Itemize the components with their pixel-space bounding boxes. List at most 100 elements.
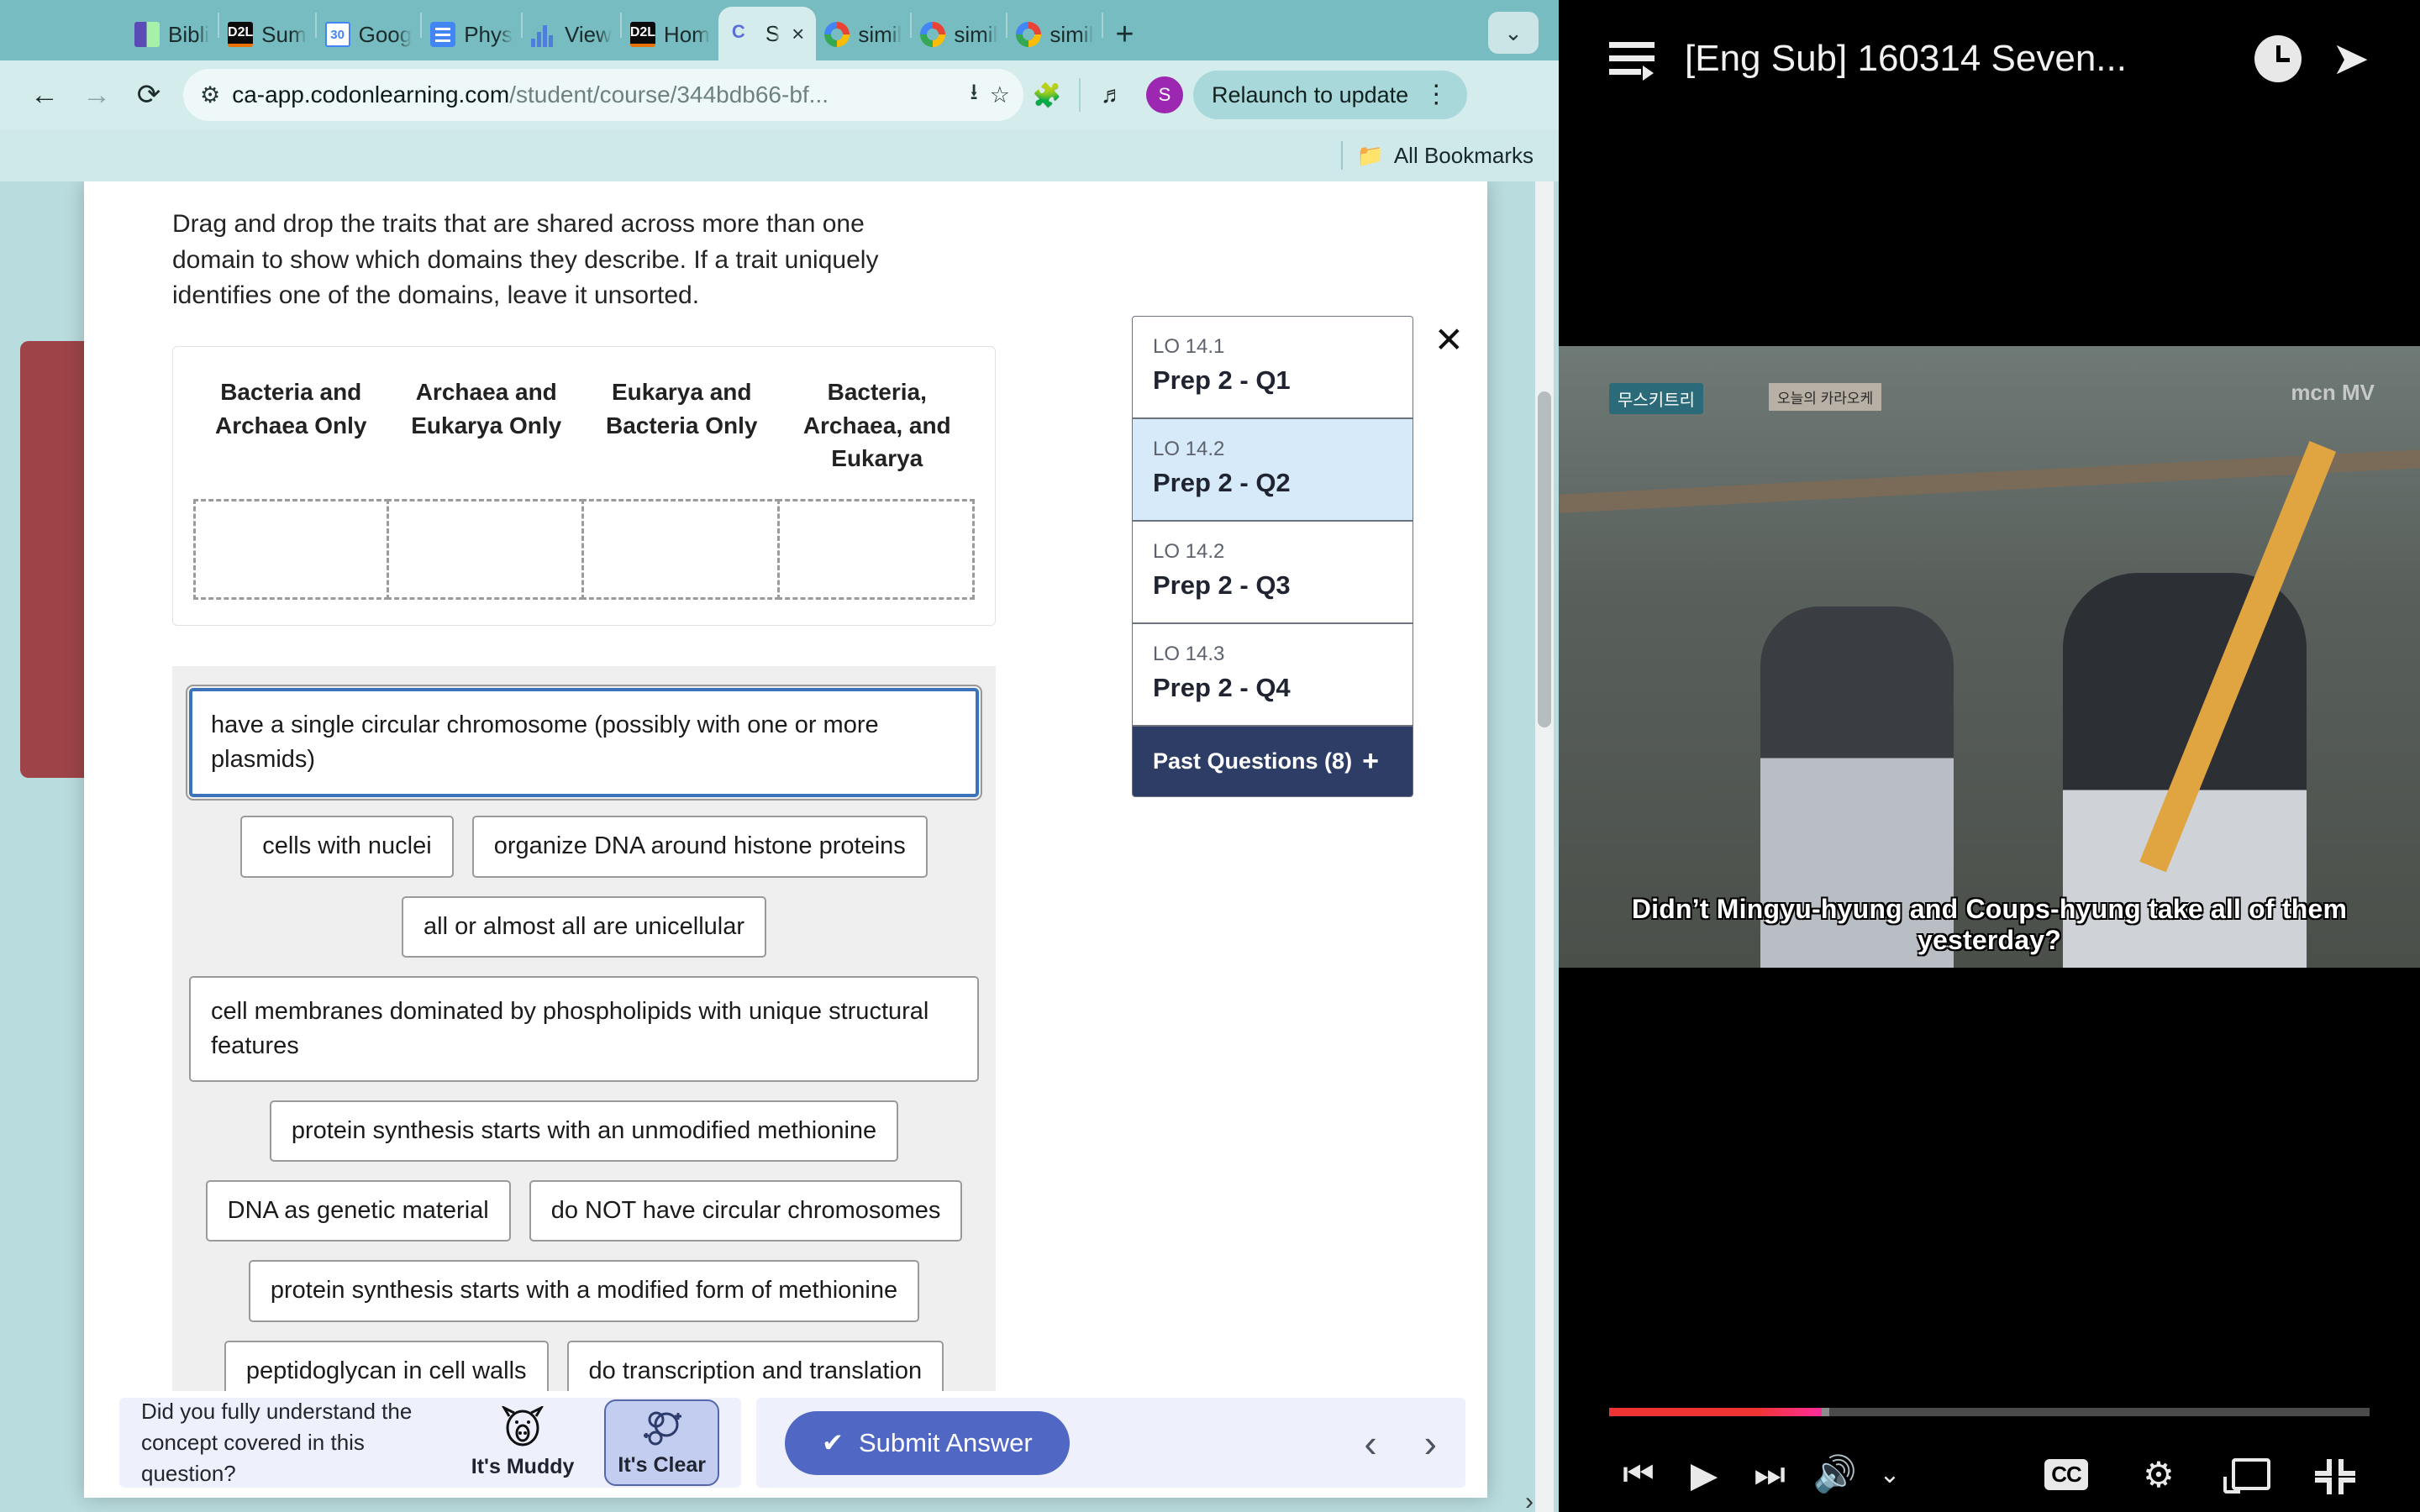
back-button[interactable]: ←: [18, 69, 71, 121]
trait-chip[interactable]: all or almost all are unicellular: [402, 895, 766, 958]
tab-label: simil: [858, 21, 902, 47]
drop-zone-3[interactable]: [776, 499, 975, 601]
drop-zone-1[interactable]: [386, 499, 584, 601]
lo-item-q3[interactable]: LO 14.2 Prep 2 - Q3: [1133, 522, 1413, 624]
chip-row: have a single circular chromosome (possi…: [186, 685, 982, 801]
tab-bibli[interactable]: Bibli: [126, 8, 218, 60]
trait-chip-selected[interactable]: have a single circular chromosome (possi…: [186, 685, 982, 801]
trait-chip[interactable]: protein synthesis starts with a modified…: [248, 1260, 920, 1322]
video-frame[interactable]: 무스키트리 오늘의 카라오케 mcn MV Didn’t Mingyu-hyun…: [1559, 346, 2420, 968]
bookmarks-divider: [1341, 141, 1344, 170]
plus-icon[interactable]: +: [1362, 745, 1392, 778]
tab-simil-2[interactable]: simil: [912, 8, 1006, 60]
tab-sum[interactable]: D2L Sum: [219, 8, 314, 60]
lo-code: LO 14.1: [1153, 335, 1225, 358]
volume-icon[interactable]: 🔊: [1802, 1448, 1868, 1500]
bibliu-favicon-icon: [134, 22, 160, 47]
new-tab-button[interactable]: +: [1115, 18, 1134, 60]
progress-bar[interactable]: [1609, 1408, 2370, 1416]
tab-simil-1[interactable]: simil: [816, 8, 910, 60]
chart-favicon-icon: [531, 22, 556, 47]
cc-icon: CC: [2044, 1458, 2088, 1490]
trait-chip[interactable]: cells with nuclei: [240, 816, 454, 878]
install-app-icon[interactable]: ⭳: [970, 76, 977, 114]
reload-button[interactable]: ⟳: [123, 69, 175, 121]
drop-zone-2[interactable]: [581, 499, 780, 601]
next-track-icon[interactable]: ⏭: [1737, 1448, 1802, 1500]
site-settings-icon[interactable]: ⚙: [200, 82, 220, 108]
trait-chip[interactable]: DNA as genetic material: [205, 1180, 511, 1242]
close-icon[interactable]: ✕: [1434, 323, 1464, 358]
scrollbar-thumb[interactable]: [1538, 391, 1551, 727]
tab-phys[interactable]: Phys: [422, 8, 521, 60]
trait-chip[interactable]: organize DNA around histone proteins: [471, 816, 928, 878]
chip-row: cell membranes dominated by phospholipid…: [189, 975, 979, 1083]
trait-chip[interactable]: protein synthesis starts with an unmodif…: [269, 1100, 899, 1163]
lo-code: LO 14.2: [1153, 540, 1225, 563]
d2l-favicon-icon: D2L: [630, 22, 655, 47]
its-muddy-button[interactable]: It's Muddy: [463, 1401, 583, 1484]
tab-strip: Bibli D2L Sum 30 Goog Phys View D2L Hom …: [0, 0, 1559, 60]
next-question-button[interactable]: ›: [1424, 1420, 1437, 1466]
video-title: [Eng Sub] 160314 Seven...: [1685, 38, 2127, 79]
google-docs-favicon-icon: [430, 22, 456, 47]
chip-row: protein synthesis starts with an unmodif…: [189, 1100, 979, 1163]
tab-codon-active[interactable]: C S ×: [718, 7, 817, 60]
previous-question-button[interactable]: ‹: [1364, 1420, 1376, 1466]
trait-chip[interactable]: cell membranes dominated by phospholipid…: [189, 975, 979, 1083]
drop-zone-headers: Bacteria and Archaea Only Archaea and Eu…: [193, 367, 975, 484]
exit-fullscreen-icon[interactable]: [2297, 1448, 2373, 1500]
screen: Bibli D2L Sum 30 Goog Phys View D2L Hom …: [0, 0, 2420, 1512]
control-buttons: ⏮ ▶ ⏭ 🔊 ⌄ CC ⚙: [1606, 1448, 2373, 1500]
previous-track-icon[interactable]: ⏮: [1606, 1448, 1671, 1500]
chrome-menu-kebab-icon[interactable]: ⋮: [1423, 82, 1449, 108]
share-icon[interactable]: ➤: [2332, 36, 2370, 81]
address-bar[interactable]: ⚙ ca-app.codonlearning.com/student/cours…: [183, 69, 1023, 121]
submit-answer-button[interactable]: ✔ Submit Answer: [785, 1410, 1070, 1475]
feedback-bar: Did you fully understand the concept cov…: [119, 1398, 741, 1488]
forward-button[interactable]: →: [71, 69, 123, 121]
lo-item-q2[interactable]: LO 14.2 Prep 2 - Q2: [1133, 419, 1413, 522]
relaunch-to-update-button[interactable]: Relaunch to update ⋮: [1193, 71, 1468, 119]
lo-item-q4[interactable]: LO 14.3 Prep 2 - Q4: [1133, 624, 1413, 727]
tab-view[interactable]: View: [523, 8, 620, 60]
sparkle-bubbles-icon: [643, 1411, 681, 1446]
modal-footer: Did you fully understand the concept cov…: [84, 1391, 1487, 1498]
tab-label: S: [765, 20, 781, 46]
relaunch-label: Relaunch to update: [1212, 81, 1409, 108]
chip-row: protein synthesis starts with a modified…: [189, 1260, 979, 1322]
trait-chip[interactable]: do NOT have circular chromosomes: [529, 1180, 963, 1242]
media-control-icon[interactable]: ♬: [1089, 71, 1136, 118]
lo-item-q1[interactable]: LO 14.1 Prep 2 - Q1: [1133, 317, 1413, 419]
tab-simil-3[interactable]: simil: [1007, 8, 1102, 60]
tab-search-chevron-down-icon[interactable]: ⌄: [1488, 12, 1539, 54]
tab-hom[interactable]: D2L Hom: [622, 8, 718, 60]
learning-objective-panel: LO 14.1 Prep 2 - Q1 LO 14.2 Prep 2 - Q2 …: [1132, 316, 1413, 797]
google-favicon-icon: [920, 22, 946, 47]
all-bookmarks-button[interactable]: 📁 All Bookmarks: [1356, 143, 1534, 169]
watch-later-icon[interactable]: [2254, 35, 2302, 82]
playlist-icon[interactable]: [1609, 40, 1655, 81]
page-scrollbar[interactable]: [1535, 181, 1554, 1512]
extensions-puzzle-icon[interactable]: 🧩: [1023, 71, 1071, 118]
lo-title: Prep 2 - Q3: [1153, 570, 1291, 600]
video-controls: ⏮ ▶ ⏭ 🔊 ⌄ CC ⚙: [1559, 1386, 2420, 1512]
bookmark-star-icon[interactable]: ☆: [990, 82, 1010, 108]
captions-button[interactable]: CC: [2020, 1448, 2112, 1500]
feedback-question: Did you fully understand the concept cov…: [141, 1399, 413, 1486]
tab-label: Bibli: [168, 21, 210, 47]
url-text: ca-app.codonlearning.com/student/course/…: [232, 81, 958, 108]
tab-goog[interactable]: 30 Goog: [317, 8, 421, 60]
cast-icon[interactable]: [2205, 1448, 2297, 1500]
its-clear-button[interactable]: It's Clear: [604, 1399, 719, 1486]
volume-chevron-down-icon[interactable]: ⌄: [1868, 1448, 1912, 1500]
close-icon[interactable]: ×: [792, 21, 804, 47]
play-icon[interactable]: ▶: [1671, 1448, 1737, 1500]
settings-gear-icon[interactable]: ⚙: [2112, 1448, 2205, 1500]
drop-zone-0[interactable]: [193, 499, 389, 601]
scroll-hint-icon[interactable]: ›: [1525, 1488, 1534, 1512]
past-questions-button[interactable]: Past Questions (8) +: [1133, 727, 1413, 796]
channel-watermark: mcn MV: [2291, 380, 2375, 405]
avatar[interactable]: S: [1146, 76, 1183, 113]
chip-row: all or almost all are unicellular: [189, 895, 979, 958]
